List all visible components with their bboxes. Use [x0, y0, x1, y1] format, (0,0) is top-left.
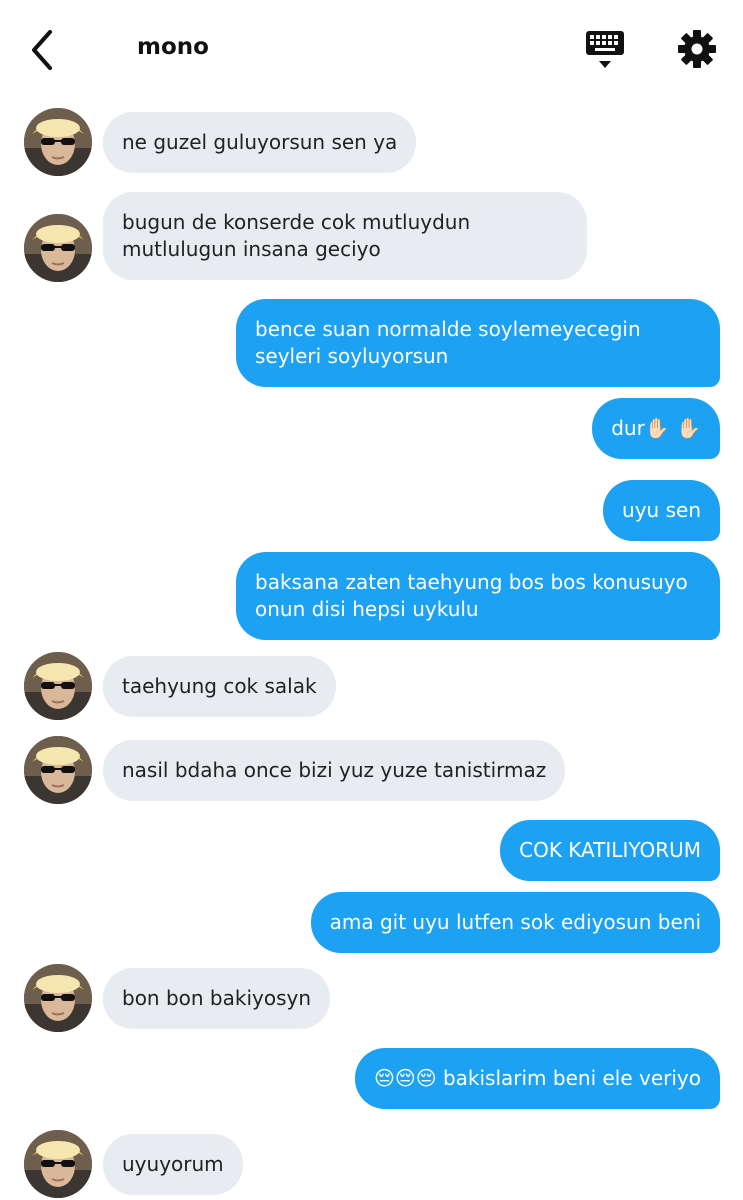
message-bubble-outgoing: 😔😔😔 bakislarim beni ele veriyo: [355, 1048, 720, 1109]
avatar-image: [24, 736, 92, 804]
gear-icon: [678, 30, 716, 68]
back-button[interactable]: [28, 28, 58, 72]
message-bubble-outgoing: dur✋🏻 ✋🏻: [592, 398, 720, 459]
contact-avatar[interactable]: [24, 214, 92, 282]
message-bubble-incoming: bon bon bakiyosyn: [103, 968, 331, 1029]
contact-avatar[interactable]: [24, 108, 92, 176]
settings-button[interactable]: [676, 28, 718, 70]
message-bubble-outgoing: COK KATILIYORUM: [500, 820, 720, 881]
message-bubble-incoming: nasil bdaha once bizi yuz yuze tanistirm…: [103, 740, 566, 801]
chat-header: mono: [0, 0, 743, 100]
message-bubble-incoming: taehyung cok salak: [103, 656, 336, 717]
message-bubble-outgoing: bence suan normalde soylemeyecegin seyle…: [236, 299, 720, 387]
conversation-title: mono: [137, 34, 209, 60]
message-bubble-outgoing: uyu sen: [603, 480, 720, 541]
avatar-image: [24, 108, 92, 176]
avatar-image: [24, 214, 92, 282]
message-bubble-incoming: bugun de konserde cok mutluydun mutlulug…: [103, 192, 587, 280]
avatar-image: [24, 964, 92, 1032]
message-bubble-incoming: uyuyorum: [103, 1134, 243, 1195]
contact-avatar[interactable]: [24, 736, 92, 804]
contact-avatar[interactable]: [24, 652, 92, 720]
contact-avatar[interactable]: [24, 964, 92, 1032]
avatar-image: [24, 1130, 92, 1198]
avatar-image: [24, 652, 92, 720]
message-bubble-incoming: ne guzel guluyorsun sen ya: [103, 112, 417, 173]
contact-avatar[interactable]: [24, 1130, 92, 1198]
keyboard-icon: [586, 31, 624, 68]
chevron-left-icon: [32, 30, 52, 70]
message-bubble-outgoing: baksana zaten taehyung bos bos konusuyo …: [236, 552, 720, 640]
message-bubble-outgoing: ama git uyu lutfen sok ediyosun beni: [310, 892, 720, 953]
keyboard-button[interactable]: [584, 28, 626, 72]
